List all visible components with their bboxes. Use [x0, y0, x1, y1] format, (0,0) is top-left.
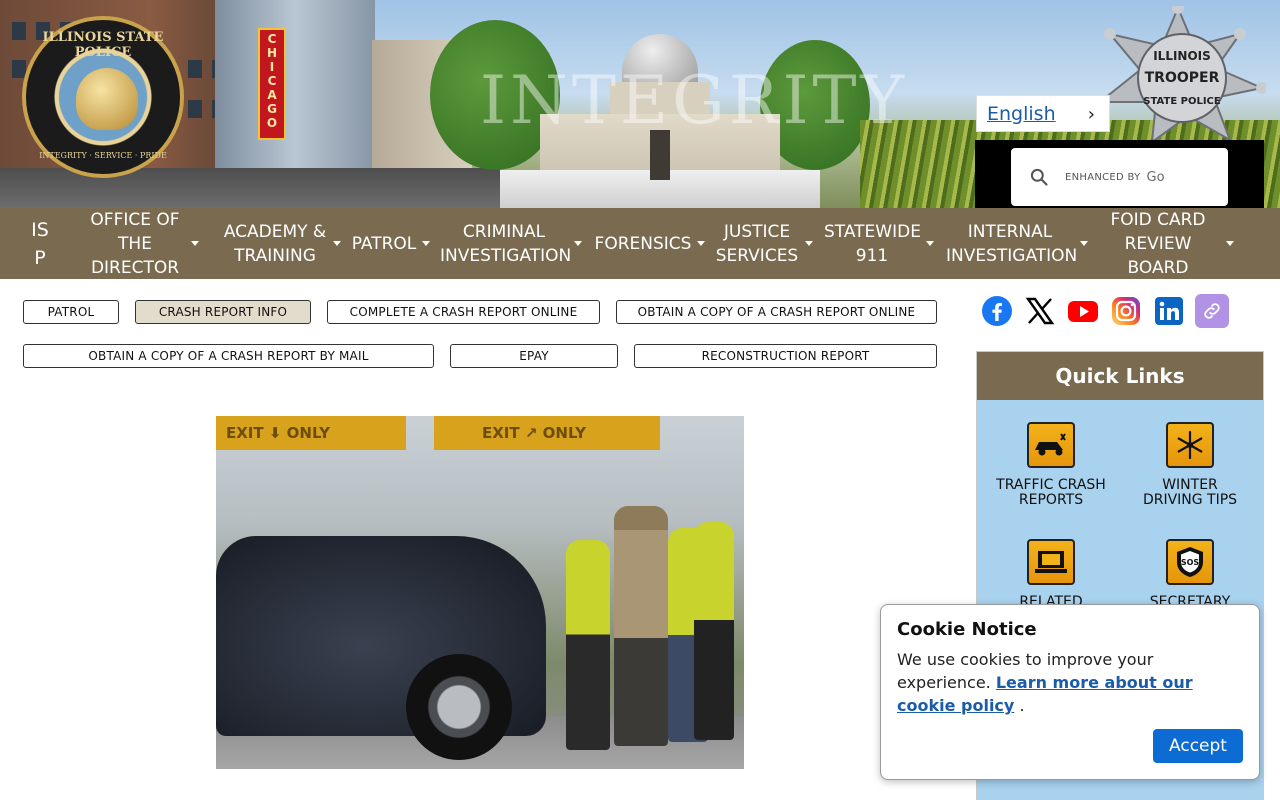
- x-icon[interactable]: [1023, 294, 1057, 328]
- subnav-crash-report-info-button[interactable]: CRASH REPORT INFO: [135, 300, 311, 324]
- facebook-icon[interactable]: [980, 294, 1014, 328]
- trooper-badge-logo: ILLINOIS TROOPER STATE POLICE: [1090, 2, 1268, 146]
- nav-label: ACADEMY & TRAINING: [223, 221, 327, 266]
- language-label: English: [987, 102, 1056, 125]
- quick-link-related[interactable]: RELATED: [996, 539, 1106, 610]
- caret-down-icon: [805, 241, 813, 246]
- caret-down-icon: [1226, 241, 1234, 246]
- youtube-icon[interactable]: [1066, 294, 1100, 328]
- badge-line1: ILLINOIS: [1153, 49, 1211, 63]
- nav-label: FORENSICS: [594, 233, 692, 254]
- crash-scene-photo: EXIT ⬇ ONLY EXIT ↗ ONLY: [216, 416, 744, 769]
- quick-links-title: Quick Links: [977, 352, 1263, 400]
- worker-figure: [566, 540, 610, 750]
- nav-label: STATEWIDE 911: [824, 221, 921, 266]
- chicago-sign-text: CHICAGO: [265, 32, 279, 130]
- quick-link-label: TRAFFIC CRASH REPORTS: [996, 477, 1106, 508]
- eagle-icon: [76, 68, 138, 130]
- nav-item-justice-services[interactable]: JUSTICE SERVICES: [714, 208, 814, 279]
- highway-sign-right: EXIT ↗ ONLY: [434, 416, 660, 450]
- chicago-theatre-sign: CHICAGO: [258, 28, 286, 140]
- worker-figure: [694, 522, 734, 740]
- linkedin-icon[interactable]: [1152, 294, 1186, 328]
- caret-down-icon: [422, 241, 431, 246]
- truck-wheel: [406, 654, 512, 760]
- banner-street: [0, 168, 500, 208]
- nav-item-office-of-the-director[interactable]: OFFICE OF THE DIRECTOR: [72, 208, 212, 279]
- badge-line2: TROOPER: [1145, 70, 1220, 86]
- search-icon[interactable]: [1029, 167, 1049, 187]
- nav-label: PATROL: [351, 233, 417, 254]
- chevron-right-icon: ›: [1087, 104, 1095, 125]
- instagram-icon[interactable]: [1109, 294, 1143, 328]
- isp-seal-logo[interactable]: ILLINOIS STATE POLICE INTEGRITY · SERVIC…: [22, 16, 184, 178]
- caret-down-icon: [1080, 241, 1088, 246]
- laptop-icon: [1027, 539, 1075, 585]
- subnav-obtain-by-mail-button[interactable]: OBTAIN A COPY OF A CRASH REPORT BY MAIL: [23, 344, 434, 368]
- trooper-figure: [614, 506, 668, 746]
- banner-overlay-word: INTEGRITY: [480, 62, 909, 139]
- subnav-obtain-online-button[interactable]: OBTAIN A COPY OF A CRASH REPORT ONLINE: [616, 300, 937, 324]
- nav-item-internal-investigation[interactable]: INTERNAL INVESTIGATION: [944, 208, 1090, 279]
- main-nav: IS P OFFICE OF THE DIRECTOR ACADEMY & TR…: [0, 208, 1280, 279]
- nav-label: OFFICE OF THE DIRECTOR: [90, 209, 180, 278]
- language-selector[interactable]: English ›: [976, 95, 1110, 132]
- subnav-epay-button[interactable]: EPAY: [450, 344, 618, 368]
- nav-item-academy-training[interactable]: ACADEMY & TRAINING: [220, 208, 344, 279]
- caret-down-icon: [926, 241, 934, 246]
- svg-text:SOS: SOS: [1181, 558, 1200, 567]
- nav-item-statewide-911[interactable]: STATEWIDE 911: [822, 208, 936, 279]
- search-provider: Go: [1146, 169, 1165, 185]
- site-banner: CHICAGO INTEGRITY ILLINOIS STATE POLICE …: [0, 0, 1280, 208]
- cookie-accept-button[interactable]: Accept: [1153, 729, 1243, 763]
- crash-car-icon: [1027, 422, 1075, 468]
- nav-label: INTERNAL INVESTIGATION: [946, 221, 1078, 266]
- cookie-notice: Cookie Notice We use cookies to improve …: [880, 604, 1260, 780]
- nav-item-patrol[interactable]: PATROL: [350, 208, 432, 279]
- nav-label: IS P: [31, 218, 49, 269]
- subnav-reconstruction-report-button[interactable]: RECONSTRUCTION REPORT: [634, 344, 937, 368]
- badge-line3: STATE POLICE: [1143, 96, 1221, 107]
- caret-down-icon: [697, 241, 706, 246]
- quick-link-traffic-crash-reports[interactable]: TRAFFIC CRASH REPORTS: [996, 422, 1106, 508]
- cookie-notice-suffix: .: [1019, 696, 1025, 715]
- snowflake-icon: [1166, 422, 1214, 468]
- caret-down-icon: [333, 241, 341, 246]
- nav-item-foid-card-review-board[interactable]: FOID CARD REVIEW BOARD: [1100, 208, 1244, 279]
- cookie-notice-title: Cookie Notice: [897, 619, 1037, 640]
- quick-link-secretary[interactable]: SOS SECRETARY: [1135, 539, 1245, 610]
- highway-sign-left: EXIT ⬇ ONLY: [216, 416, 406, 450]
- nav-item-isp[interactable]: IS P: [18, 208, 62, 279]
- nav-label: JUSTICE SERVICES: [715, 221, 799, 266]
- nav-item-forensics[interactable]: FORENSICS: [594, 208, 706, 279]
- quick-link-label: WINTER DRIVING TIPS: [1142, 477, 1238, 508]
- search-panel: ENHANCED BY Go: [975, 140, 1264, 208]
- nav-label: FOID CARD REVIEW BOARD: [1110, 209, 1206, 278]
- link-icon[interactable]: [1195, 294, 1229, 328]
- subnav-patrol-button[interactable]: PATROL: [23, 300, 119, 324]
- quick-link-winter-driving-tips[interactable]: WINTER DRIVING TIPS: [1135, 422, 1245, 508]
- caret-down-icon: [191, 241, 199, 246]
- nav-label: CRIMINAL INVESTIGATION: [440, 221, 572, 266]
- cookie-notice-text: We use cookies to improve your experienc…: [897, 648, 1243, 717]
- seal-bottom-text: INTEGRITY · SERVICE · PRIDE: [39, 151, 167, 160]
- subnav-complete-online-button[interactable]: COMPLETE A CRASH REPORT ONLINE: [327, 300, 600, 324]
- seal-top-text: ILLINOIS STATE POLICE: [42, 30, 164, 60]
- sos-shield-icon: SOS: [1166, 539, 1214, 585]
- search-enhanced-by: ENHANCED BY: [1065, 171, 1141, 183]
- caret-down-icon: [574, 241, 582, 246]
- nav-item-criminal-investigation[interactable]: CRIMINAL INVESTIGATION: [438, 208, 584, 279]
- search-input[interactable]: ENHANCED BY Go: [1011, 148, 1228, 206]
